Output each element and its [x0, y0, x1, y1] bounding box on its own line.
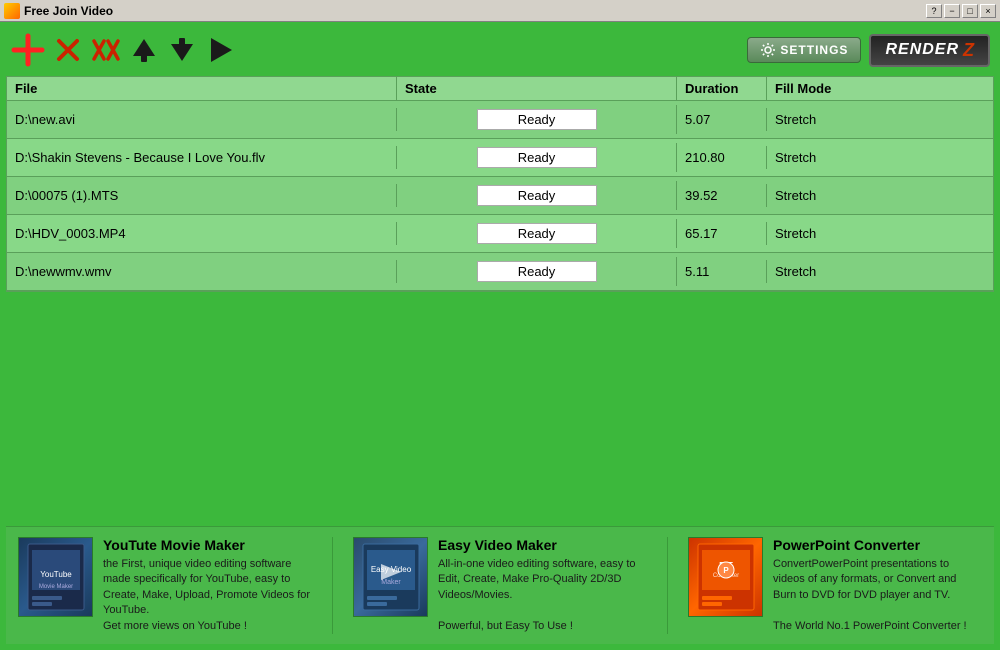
duration-cell: 65.17: [677, 222, 767, 245]
fill-mode-cell: Stretch: [767, 108, 993, 131]
toolbar-left: [10, 32, 236, 68]
state-cell: Ready: [397, 219, 677, 248]
fill-mode-cell: Stretch: [767, 184, 993, 207]
remove-icon: [55, 37, 81, 63]
svg-text:YouTube: YouTube: [40, 570, 72, 579]
state-cell: Ready: [397, 181, 677, 210]
settings-label: Settings: [780, 43, 848, 57]
state-badge: Ready: [477, 147, 597, 168]
state-badge: Ready: [477, 261, 597, 282]
plus-icon: [11, 33, 45, 67]
fill-mode-cell: Stretch: [767, 260, 993, 283]
file-cell: D:\HDV_0003.MP4: [7, 222, 397, 245]
promo-thumb-powerpoint: PPT Converter P: [688, 537, 763, 617]
col-header-state: State: [397, 77, 677, 100]
svg-text:P: P: [723, 566, 729, 575]
render-z-icon: Z: [963, 40, 974, 61]
promo-divider-1: [332, 537, 333, 634]
table-row[interactable]: D:\HDV_0003.MP4 Ready 65.17Stretch: [7, 215, 993, 253]
state-cell: Ready: [397, 105, 677, 134]
fill-mode-cell: Stretch: [767, 222, 993, 245]
file-table: File State Duration Fill Mode D:\new.avi…: [6, 76, 994, 292]
toolbar: Settings RENDER Z: [6, 28, 994, 76]
col-header-fillmode: Fill Mode: [767, 77, 993, 100]
fill-mode-cell: Stretch: [767, 146, 993, 169]
promo-divider-2: [667, 537, 668, 634]
promo-desc-powerpoint: ConvertPowerPoint presentations to video…: [773, 557, 982, 634]
table-row[interactable]: D:\newwmv.wmv Ready 5.11Stretch: [7, 253, 993, 291]
duration-cell: 39.52: [677, 184, 767, 207]
svg-text:Maker: Maker: [381, 579, 401, 586]
title-bar: Free Join Video ? − □ ×: [0, 0, 1000, 22]
promo-item-youtube[interactable]: YouTube Movie Maker YouTute Movie Maker …: [18, 537, 312, 634]
settings-button[interactable]: Settings: [747, 37, 861, 63]
promo-title-powerpoint: PowerPoint Converter: [773, 537, 982, 553]
table-header: File State Duration Fill Mode: [7, 77, 993, 101]
duration-cell: 5.11: [677, 260, 767, 283]
state-cell: Ready: [397, 257, 677, 286]
table-row[interactable]: D:\Shakin Stevens - Because I Love You.f…: [7, 139, 993, 177]
table-row[interactable]: D:\00075 (1).MTS Ready 39.52Stretch: [7, 177, 993, 215]
promo-text-youtube: YouTute Movie Maker the First, unique vi…: [103, 537, 312, 634]
promo-desc-easyvideo: All-in-one video editing software, easy …: [438, 557, 647, 634]
add-button[interactable]: [10, 32, 46, 68]
file-cell: D:\Shakin Stevens - Because I Love You.f…: [7, 146, 397, 169]
col-header-duration: Duration: [677, 77, 767, 100]
remove-all-icon: [91, 37, 121, 63]
play-icon: [206, 36, 234, 64]
file-cell: D:\new.avi: [7, 108, 397, 131]
window-controls: ? − □ ×: [926, 4, 996, 18]
remove-all-button[interactable]: [90, 34, 122, 66]
app-icon: [4, 3, 20, 19]
svg-text:Movie Maker: Movie Maker: [38, 584, 72, 590]
promo-thumb-easyvideo: Easy Video Maker: [353, 537, 428, 617]
state-badge: Ready: [477, 185, 597, 206]
state-cell: Ready: [397, 143, 677, 172]
move-down-icon: [169, 36, 195, 64]
play-button[interactable]: [204, 34, 236, 66]
duration-cell: 210.80: [677, 146, 767, 169]
duration-cell: 5.07: [677, 108, 767, 131]
render-label: RENDER: [885, 41, 959, 59]
file-cell: D:\00075 (1).MTS: [7, 184, 397, 207]
promo-title-youtube: YouTute Movie Maker: [103, 537, 312, 553]
move-up-button[interactable]: [128, 34, 160, 66]
promo-title-easyvideo: Easy Video Maker: [438, 537, 647, 553]
table-body: D:\new.aviReady5.07StretchD:\Shakin Stev…: [7, 101, 993, 291]
help-button[interactable]: ?: [926, 4, 942, 18]
empty-area: [6, 292, 994, 526]
promo-text-powerpoint: PowerPoint Converter ConvertPowerPoint p…: [773, 537, 982, 634]
table-row[interactable]: D:\new.avi Ready 5.07Stretch: [7, 101, 993, 139]
promo-item-easyvideo[interactable]: Easy Video Maker Easy Video Maker All-in…: [353, 537, 647, 634]
promo-item-powerpoint[interactable]: PPT Converter P PowerPoint Converter Con…: [688, 537, 982, 634]
maximize-button[interactable]: □: [962, 4, 978, 18]
app-title: Free Join Video: [24, 4, 113, 18]
state-badge: Ready: [477, 109, 597, 130]
move-down-button[interactable]: [166, 34, 198, 66]
promo-thumb-youtube: YouTube Movie Maker: [18, 537, 93, 617]
promo-section: YouTube Movie Maker YouTute Movie Maker …: [6, 526, 994, 644]
promo-text-easyvideo: Easy Video Maker All-in-one video editin…: [438, 537, 647, 634]
promo-desc-youtube: the First, unique video editing software…: [103, 557, 312, 634]
remove-button[interactable]: [52, 34, 84, 66]
state-badge: Ready: [477, 223, 597, 244]
toolbar-right: Settings RENDER Z: [747, 34, 990, 67]
col-header-file: File: [7, 77, 397, 100]
close-button[interactable]: ×: [980, 4, 996, 18]
file-cell: D:\newwmv.wmv: [7, 260, 397, 283]
move-up-icon: [131, 36, 157, 64]
render-button[interactable]: RENDER Z: [869, 34, 990, 67]
main-content: Settings RENDER Z File State Duration Fi…: [0, 22, 1000, 650]
minimize-button[interactable]: −: [944, 4, 960, 18]
gear-icon: [760, 42, 776, 58]
